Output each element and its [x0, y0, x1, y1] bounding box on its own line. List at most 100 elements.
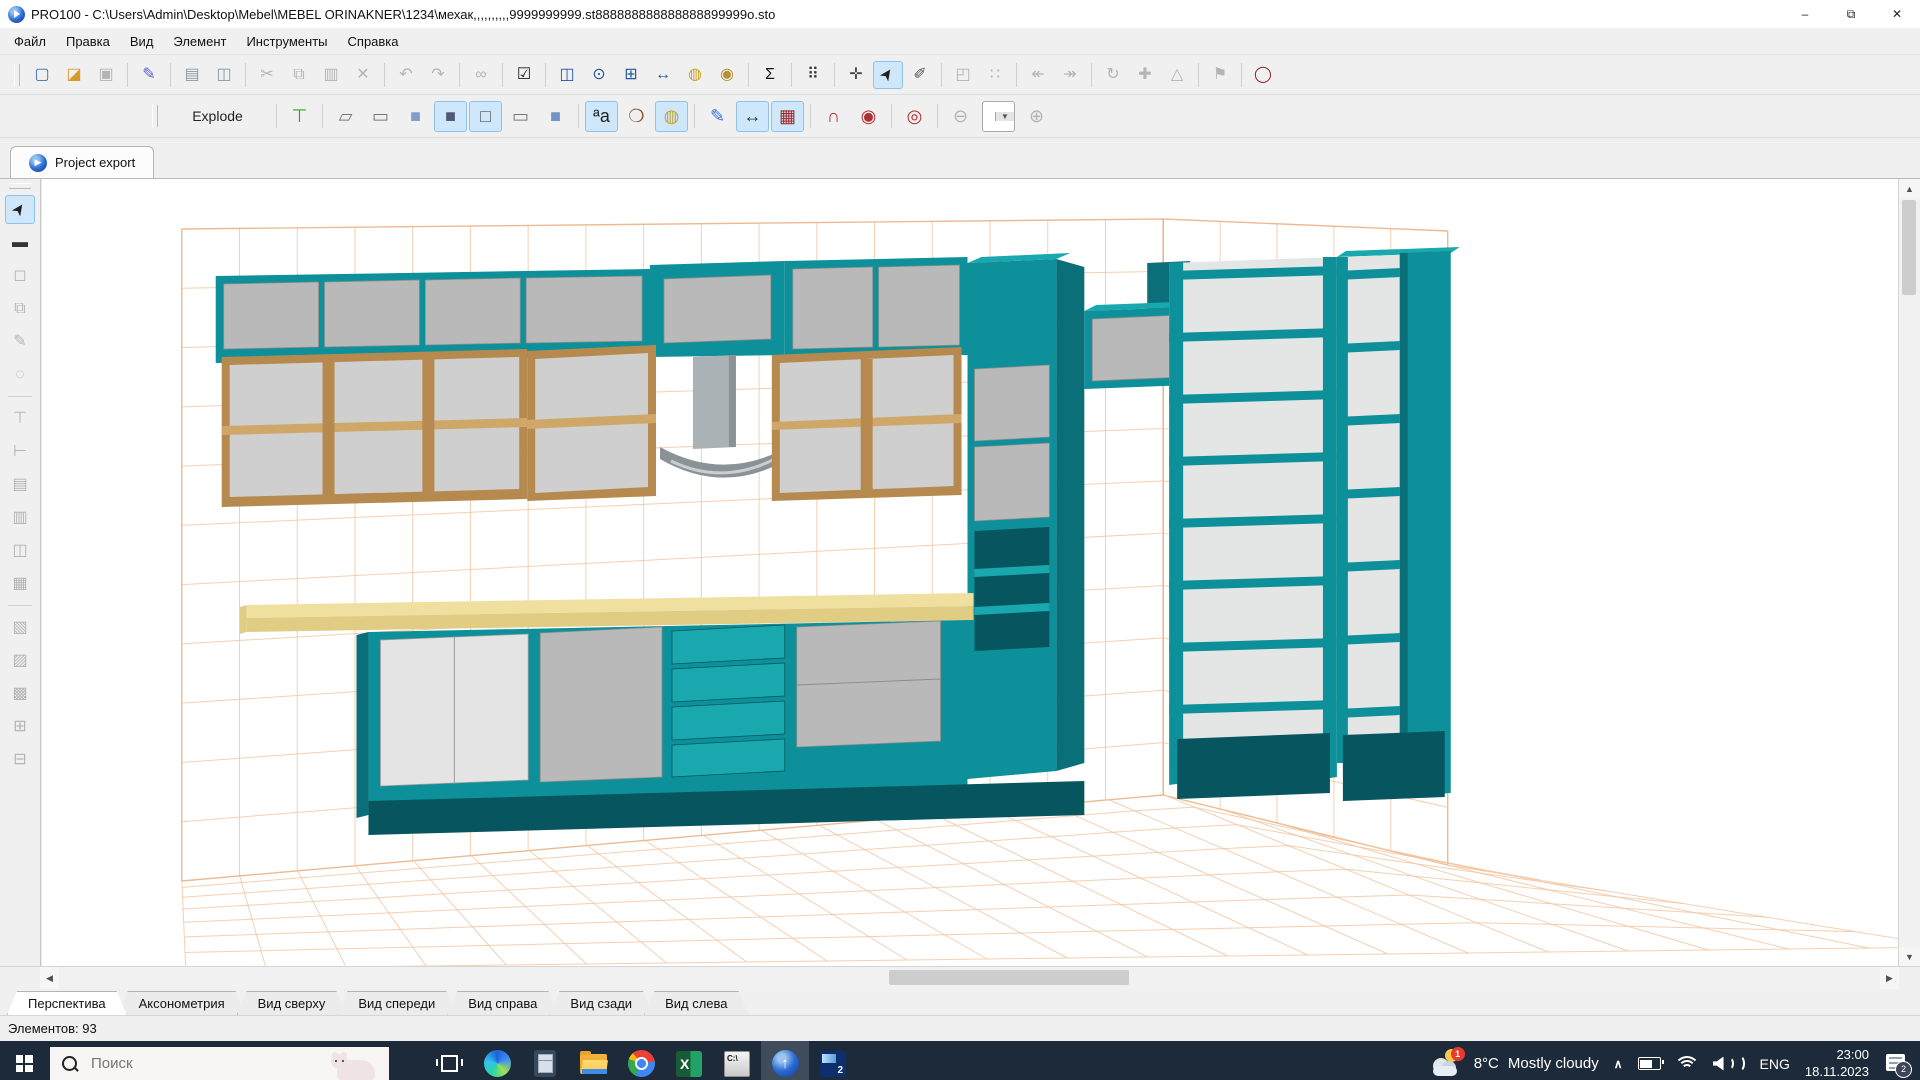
file-explorer-taskbar-button[interactable] [569, 1041, 617, 1080]
view-textured-button[interactable]: ■ [539, 101, 572, 132]
task-view-button[interactable] [425, 1041, 473, 1080]
clock[interactable]: 23:00 18.11.2023 [1805, 1047, 1869, 1080]
chrome-taskbar-button[interactable] [617, 1041, 665, 1080]
summary-button[interactable]: Σ [755, 61, 785, 89]
scroll-left-button[interactable]: ◀ [40, 967, 59, 989]
view-solid-color-button[interactable]: ■ [399, 101, 432, 132]
paint-mode-button[interactable]: ✎ [701, 101, 734, 132]
menu-file[interactable]: Файл [4, 31, 56, 52]
horizontal-scroll-thumb[interactable] [889, 970, 1129, 985]
show-dimensions-button[interactable]: ↔ [736, 101, 769, 132]
open-project-button[interactable]: ◪ [59, 61, 89, 89]
menu-edit[interactable]: Правка [56, 31, 120, 52]
show-handles-button[interactable]: ❍ [620, 101, 653, 132]
snap-center-button[interactable]: ◉ [852, 101, 885, 132]
window-materials-button[interactable]: ⊙ [584, 61, 614, 89]
zoom-dropdown-arrow-icon[interactable]: ▼ [995, 112, 1014, 121]
view-tab-perspective[interactable]: Перспектива [7, 991, 127, 1015]
toolbar-drag-handle[interactable] [14, 64, 20, 86]
print-button[interactable]: ▤ [177, 61, 207, 89]
show-grid-button[interactable]: ▦ [771, 101, 804, 132]
scroll-up-button[interactable]: ▲ [1899, 179, 1920, 198]
board-tool-button[interactable]: ▬ [5, 228, 35, 257]
delete-button: ✕ [348, 61, 378, 89]
view-hidden-edges-button[interactable]: ▭ [364, 101, 397, 132]
view-contour-button[interactable]: □ [469, 101, 502, 132]
pro100-taskbar-button[interactable]: ↑ [761, 1041, 809, 1080]
window-dimensions-icon: ↔ [655, 67, 671, 83]
view-toolbar-drag-handle[interactable] [152, 105, 158, 127]
zoom-level-combobox[interactable]: ▼ [982, 101, 1015, 132]
view-shaded-button[interactable]: ■ [434, 101, 467, 132]
toolbar-separator [941, 63, 942, 87]
vertical-scroll-thumb[interactable] [1902, 200, 1916, 295]
language-indicator[interactable]: ENG [1760, 1056, 1790, 1072]
excel-taskbar-button[interactable]: X [665, 1041, 713, 1080]
draw-tool-button[interactable]: ✐ [905, 61, 935, 89]
new-document-button[interactable]: ▢ [27, 61, 57, 89]
view-wireframe-button[interactable]: ▱ [329, 101, 362, 132]
window-structure-button[interactable]: ⊞ [616, 61, 646, 89]
properties-button[interactable]: ☑ [509, 61, 539, 89]
vertical-scrollbar[interactable]: ▲ ▼ [1898, 179, 1920, 966]
view-tab-back[interactable]: Вид сзади [549, 991, 653, 1015]
project-export-tab[interactable]: ▶ Project export [10, 146, 154, 178]
viewport-3d[interactable] [41, 179, 1898, 966]
wood-shelves-right [772, 347, 962, 501]
excel-icon: X [676, 1051, 702, 1077]
window-lighting-button[interactable]: ◍ [680, 61, 710, 89]
horizontal-scroll-track[interactable] [59, 967, 1880, 989]
horizontal-scrollbar[interactable]: ◀ ▶ [40, 967, 1899, 989]
show-labels-button[interactable]: ªa [585, 101, 618, 132]
group-button[interactable]: ⠿ [798, 61, 828, 89]
cut-button: ✂ [252, 61, 282, 89]
close-button[interactable]: ✕ [1874, 0, 1920, 28]
edit-points-tool-button: ✎ [5, 327, 35, 356]
view-sketch-icon: ▭ [512, 107, 529, 125]
app2-taskbar-button[interactable]: 2 [809, 1041, 857, 1080]
taskbar-search-box[interactable] [50, 1047, 389, 1080]
window-price-button[interactable]: ◉ [712, 61, 742, 89]
snap-magnet-button[interactable]: ∩ [817, 101, 850, 132]
scroll-right-button[interactable]: ▶ [1880, 967, 1899, 989]
scroll-down-button[interactable]: ▼ [1899, 947, 1920, 966]
view-tab-top[interactable]: Вид сверху [237, 991, 347, 1015]
calculator-taskbar-button[interactable] [521, 1041, 569, 1080]
menu-help[interactable]: Справка [338, 31, 409, 52]
menu-element[interactable]: Элемент [163, 31, 236, 52]
report-button[interactable]: ✎ [134, 61, 164, 89]
vertical-scroll-track[interactable] [1899, 198, 1920, 947]
origin-button[interactable]: ◎ [898, 101, 931, 132]
search-input[interactable] [89, 1054, 243, 1073]
tray-expand-chevron-icon[interactable]: ∧ [1614, 1057, 1623, 1071]
window-dimensions-button[interactable]: ↔ [648, 61, 678, 89]
help-button[interactable]: ◯ [1248, 61, 1278, 89]
rotate-tool-button[interactable]: ➤ [873, 61, 903, 89]
battery-icon[interactable] [1638, 1057, 1661, 1070]
explode-button[interactable]: Explode [165, 101, 270, 132]
cmd-taskbar-button[interactable]: C:\ [713, 1041, 761, 1080]
start-button[interactable] [0, 1041, 48, 1080]
view-tab-front[interactable]: Вид спереди [337, 991, 456, 1015]
export-image-button[interactable]: ◫ [209, 61, 239, 89]
floor-level-button[interactable]: ⊤ [283, 101, 316, 132]
system-tray: 1 8°C Mostly cloudy ∧ ENG 23:00 18.11.20… [1431, 1047, 1920, 1080]
show-lights-button[interactable]: ◍ [655, 101, 688, 132]
minimize-button[interactable]: – [1782, 0, 1828, 28]
sidebar-drag-handle[interactable] [9, 183, 31, 189]
view-sketch-button[interactable]: ▭ [504, 101, 537, 132]
notification-center-button[interactable]: 2 [1884, 1053, 1908, 1075]
wifi-icon[interactable] [1676, 1056, 1698, 1071]
weather-widget[interactable]: 1 8°C Mostly cloudy [1431, 1049, 1599, 1079]
window-report-button[interactable]: ◫ [552, 61, 582, 89]
edge-taskbar-button[interactable] [473, 1041, 521, 1080]
move-tool-button[interactable]: ✛ [841, 61, 871, 89]
view-tab-right[interactable]: Вид справа [447, 991, 558, 1015]
menu-view[interactable]: Вид [120, 31, 164, 52]
volume-icon[interactable] [1713, 1055, 1745, 1072]
view-tab-axonometry[interactable]: Аксонометрия [118, 991, 246, 1015]
view-tab-left[interactable]: Вид слева [644, 991, 748, 1015]
select-tool-button[interactable]: ➤ [5, 195, 35, 224]
restore-button[interactable]: ⧉ [1828, 0, 1874, 28]
menu-tools[interactable]: Инструменты [236, 31, 337, 52]
